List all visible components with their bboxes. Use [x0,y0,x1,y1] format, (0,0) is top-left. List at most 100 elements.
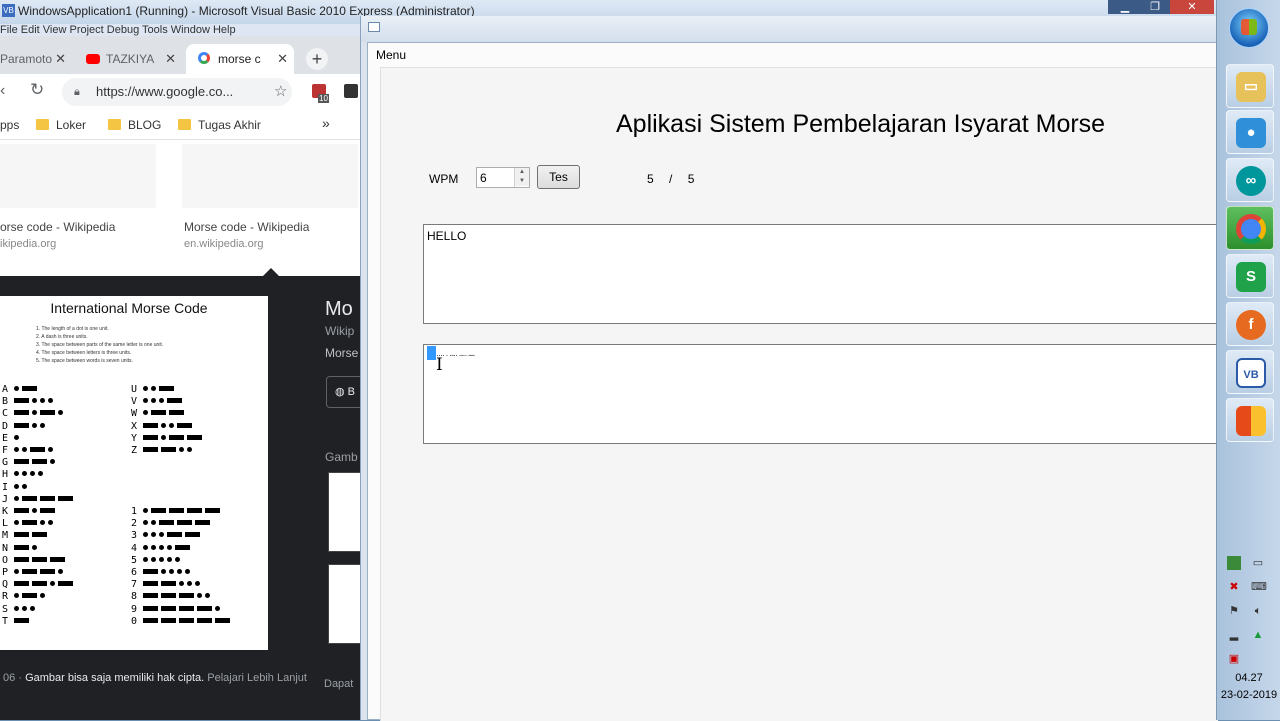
morse-dash [30,447,45,452]
morse-dash [187,508,202,513]
morse-char: F [2,445,9,456]
taskbar-firefox[interactable]: f [1226,302,1274,346]
address-bar[interactable]: 🔒︎ https://www.google.co... ☆ [62,78,292,106]
bookmark-label: Loker [56,118,87,132]
chevron-up-icon[interactable]: ▲ [515,168,529,177]
result-thumbnail[interactable] [182,144,358,208]
morse-char: W [131,408,138,420]
related-thumbnail[interactable] [328,472,362,552]
clock-date[interactable]: 23-02-2019 [1217,689,1280,701]
copyright-notice: 06 · Gambar bisa saja memiliki hak cipta… [0,670,310,686]
preview-caption: Morse [325,346,359,360]
wpm-value[interactable]: 6 [480,171,487,185]
app-title-bar[interactable] [361,16,1217,42]
morse-output[interactable]: ···· · ·-·· ·-·· --- I [423,344,1219,444]
chart-rule: 2. A dash is three units. [36,334,88,340]
rec-tray-icon[interactable]: ▭ [1251,556,1265,570]
result-title[interactable]: Morse code - Wikipedia [184,220,309,234]
test-button[interactable]: Tes [537,165,580,189]
morse-dash [143,447,158,452]
stepper-arrows[interactable]: ▲ ▼ [514,168,529,187]
new-tab-button[interactable]: + [306,48,328,70]
morse-dot [151,398,156,404]
vs-menu-bar[interactable]: File Edit View Project Debug Tools Windo… [0,24,362,36]
bookmark-loker[interactable]: Loker [36,118,86,132]
morse-row: 5 [131,555,183,566]
morse-dot [143,386,148,391]
progress-counter: 5 / 5 [647,172,694,186]
taskbar-explorer[interactable]: ▭ [1226,64,1274,108]
back-icon[interactable]: ‹ [0,82,5,100]
morse-dot [179,447,184,452]
morse-dot [14,605,19,611]
morse-dash [14,544,29,550]
start-button[interactable] [1229,8,1269,48]
close-icon[interactable]: ✕ [277,44,288,74]
star-icon[interactable]: ☆ [274,78,292,106]
antivirus-icon[interactable]: ✖ [1227,580,1241,594]
morse-dot [14,593,19,599]
morse-dot [58,410,63,416]
morse-code-chart[interactable]: International Morse Code 1. The length o… [0,296,268,650]
morse-row: L [2,518,56,529]
close-icon[interactable]: ✕ [165,44,176,74]
maximize-button[interactable]: ❐ [1138,0,1172,14]
nvidia-icon[interactable] [1227,556,1241,570]
chart-rule: 1. The length of a dot is one unit. [36,326,109,332]
morse-dot [169,569,174,574]
preview-title[interactable]: Mo [325,298,353,321]
morse-row: 4 [131,543,193,554]
spreadsheet-icon: S [1236,262,1266,292]
extension2-icon[interactable] [344,84,358,98]
close-icon[interactable]: ✕ [55,44,66,74]
related-thumbnail[interactable] [328,564,362,644]
bookmark-tugas-akhir[interactable]: Tugas Akhir [178,118,261,132]
wpm-stepper[interactable]: 6 ▲ ▼ [476,167,530,188]
morse-dash [32,532,47,538]
network-icon[interactable]: ▣ [1227,652,1241,666]
drive-icon[interactable]: ▲ [1251,628,1265,642]
tab-morse[interactable]: morse c ✕ [186,44,294,74]
morse-char: 8 [131,591,138,603]
clock-time[interactable]: 04.27 [1217,672,1280,684]
taskbar-spreadsheet[interactable]: S [1226,254,1274,298]
result-thumbnail[interactable] [0,144,156,208]
taskbar-chrome[interactable] [1226,206,1274,250]
flag-icon[interactable]: ⚑ [1227,604,1241,618]
morse-dot [30,605,35,611]
tab-paramoto[interactable]: Paramoto ✕ [0,44,72,74]
morse-dot [205,593,210,599]
morse-dash [215,617,230,623]
menu-item[interactable]: Menu [376,48,406,62]
youtube-icon [86,54,100,64]
visit-button[interactable]: ◍ B [326,376,362,408]
signal-icon[interactable]: ▂ [1227,628,1241,642]
extension-badge: 10 [318,94,329,103]
morse-dash [22,569,37,574]
text-input[interactable]: HELLO [423,224,1219,324]
taskbar-arduino[interactable]: ∞ [1226,158,1274,202]
keyboard-icon[interactable]: ⌨ [1251,580,1267,594]
chevron-down-icon[interactable]: ▼ [515,177,529,186]
morse-dash [14,508,29,513]
learn-more-link[interactable]: Pelajari Lebih Lanjut [207,672,307,684]
morse-char: V [131,396,138,408]
morse-dash [40,410,55,416]
close-button[interactable]: ✕ [1170,0,1214,14]
tab-tazkiya[interactable]: TAZKIYA ✕ [78,44,182,74]
volume-icon[interactable]: 🔈︎ [1251,604,1265,618]
taskbar-visual-basic[interactable]: VB [1226,350,1274,394]
chrome-icon [1236,214,1266,244]
bookmark-blog[interactable]: BLOG [108,118,161,132]
morse-row: E [2,433,22,444]
morse-dash [143,422,158,428]
bookmark-apps[interactable]: pps [0,118,19,132]
morse-dash [159,520,174,526]
morse-dot [14,434,19,440]
taskbar-office[interactable] [1226,398,1274,442]
reload-icon[interactable]: ↻ [30,80,44,100]
bookmarks-overflow[interactable]: » [322,115,330,131]
result-title[interactable]: orse code - Wikipedia [0,220,115,234]
minimize-button[interactable]: ▁ [1108,0,1142,14]
taskbar-recorder[interactable]: ● [1226,110,1274,154]
